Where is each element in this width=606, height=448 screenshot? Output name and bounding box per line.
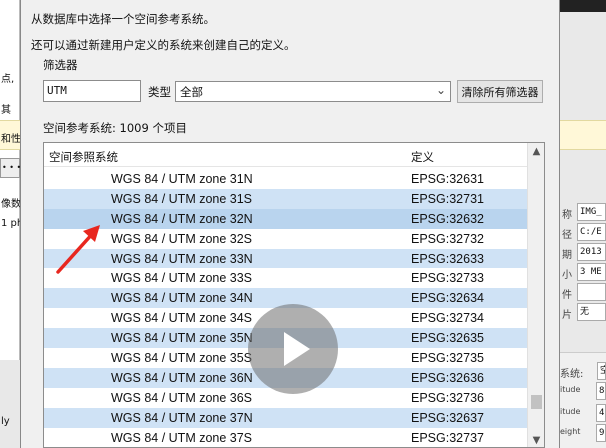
list-item-name: WGS 84 / UTM zone 37S [111, 430, 253, 445]
background-property: eight 9 [560, 423, 606, 443]
list-item-code: EPSG:32633 [411, 251, 484, 266]
list-item-code: EPSG:32632 [411, 211, 484, 226]
list-item[interactable]: WGS 84 / UTM zone 32N EPSG:32632 [44, 208, 528, 229]
list-item-code: EPSG:32631 [411, 172, 484, 186]
list-item-name: WGS 84 / UTM zone 32N [111, 211, 253, 226]
column-header-definition[interactable]: 定义 [411, 149, 434, 165]
scroll-up-icon[interactable]: ▲ [528, 143, 544, 160]
list-item[interactable]: WGS 84 / UTM zone 33S EPSG:32733 [44, 268, 528, 288]
list-item-name: WGS 84 / UTM zone 34S [111, 311, 253, 326]
background-titlebar [560, 0, 606, 12]
list-item[interactable]: WGS 84 / UTM zone 32S EPSG:32732 [44, 229, 528, 249]
background-text: 和性 [1, 134, 21, 145]
background-text: 其 [1, 105, 11, 116]
list-item-name: WGS 84 / UTM zone 36S [111, 390, 253, 405]
background-bottom-panel: 系统: 空 itude 8 itude 4 eight 9 [560, 352, 606, 448]
list-item[interactable]: WGS 84 / UTM zone 37N EPSG:32637 [44, 407, 528, 428]
background-text: 像数 [1, 199, 21, 210]
background-property: 期 2013 [560, 242, 606, 262]
type-label: 类型 [148, 85, 171, 99]
scrollbar-thumb[interactable] [531, 395, 542, 409]
vertical-scrollbar[interactable]: ▲ ▼ [527, 143, 544, 447]
list-item-code: EPSG:32732 [411, 231, 484, 246]
list-item-name: WGS 84 / UTM zone 35S [111, 351, 253, 366]
list-item-name: WGS 84 / UTM zone 31N [111, 172, 253, 186]
annotation-arrow-icon [56, 225, 100, 274]
background-property: 系统: 空 [560, 361, 606, 381]
list-item-code: EPSG:32735 [411, 351, 484, 366]
chevron-down-icon: ⌄ [435, 83, 446, 97]
list-item[interactable]: WGS 84 / UTM zone 37S EPSG:32737 [44, 428, 528, 447]
type-select-value: 全部 [180, 85, 203, 99]
filter-label: 筛选器 [43, 58, 78, 72]
background-property: 称 IMG_ [560, 202, 606, 222]
list-item-code: EPSG:32734 [411, 311, 484, 326]
list-item-code: EPSG:32733 [411, 271, 484, 286]
background-app-right: 称 IMG_ 径 C:/E 期 2013 小 3 ME 件 片 无 系统: 空 … [560, 0, 606, 448]
background-text: 点, [1, 74, 15, 85]
background-property: itude 4 [560, 403, 606, 423]
background-more-label: • • • [2, 163, 22, 172]
play-icon [284, 332, 310, 366]
background-property: 小 3 ME [560, 262, 606, 282]
list-item-name: WGS 84 / UTM zone 32S [111, 231, 253, 246]
intro-text: 还可以通过新建用户定义的系统来创建自己的定义。 [31, 38, 296, 52]
list-item-name: WGS 84 / UTM zone 36N [111, 370, 253, 385]
list-item-name: WGS 84 / UTM zone 34N [111, 291, 253, 306]
filter-input[interactable]: UTM [43, 80, 141, 102]
video-play-button[interactable] [248, 304, 338, 394]
list-item-name: WGS 84 / UTM zone 35N [111, 331, 253, 346]
list-item-name: WGS 84 / UTM zone 37N [111, 410, 253, 425]
list-item[interactable]: WGS 84 / UTM zone 31N EPSG:32631 [44, 169, 528, 189]
type-select[interactable]: 全部 ⌄ [175, 81, 451, 102]
list-item[interactable]: WGS 84 / UTM zone 33N EPSG:32633 [44, 248, 528, 269]
background-property: 径 C:/E [560, 222, 606, 242]
scroll-down-icon[interactable]: ▼ [528, 432, 544, 447]
spatial-reference-list: 空间参照系统 定义 WGS 84 / UTM zone 31N EPSG:3263… [43, 142, 545, 448]
list-item-name: WGS 84 / UTM zone 31S [111, 191, 253, 206]
background-info-bar [560, 120, 606, 150]
background-text: ly [1, 416, 10, 427]
column-header-name[interactable]: 空间参照系统 [49, 149, 118, 165]
item-count-label: 空间参考系统: 1009 个项目 [43, 121, 187, 135]
background-property: 件 [560, 282, 606, 302]
list-item-code: EPSG:32737 [411, 430, 484, 445]
background-panel [0, 360, 20, 448]
list-item-code: EPSG:32634 [411, 291, 484, 306]
list-item-code: EPSG:32736 [411, 390, 484, 405]
background-app-left: 点, 其 和性 • • • 像数 1 ph ly [0, 0, 23, 448]
clear-all-filters-button[interactable]: 清除所有筛选器 [457, 80, 543, 103]
list-item-name: WGS 84 / UTM zone 33N [111, 251, 253, 266]
list-item-code: EPSG:32637 [411, 410, 484, 425]
list-item-code: EPSG:32731 [411, 191, 484, 206]
list-item-code: EPSG:32636 [411, 370, 484, 385]
intro-text: 从数据库中选择一个空间参考系统。 [31, 12, 215, 26]
background-property: itude 8 [560, 381, 606, 401]
list-header: 空间参照系统 定义 [44, 143, 528, 167]
background-property: 片 无 [560, 302, 606, 322]
list-item-code: EPSG:32635 [411, 331, 484, 346]
list-item[interactable]: WGS 84 / UTM zone 31S EPSG:32731 [44, 188, 528, 209]
list-item-name: WGS 84 / UTM zone 33S [111, 271, 253, 286]
